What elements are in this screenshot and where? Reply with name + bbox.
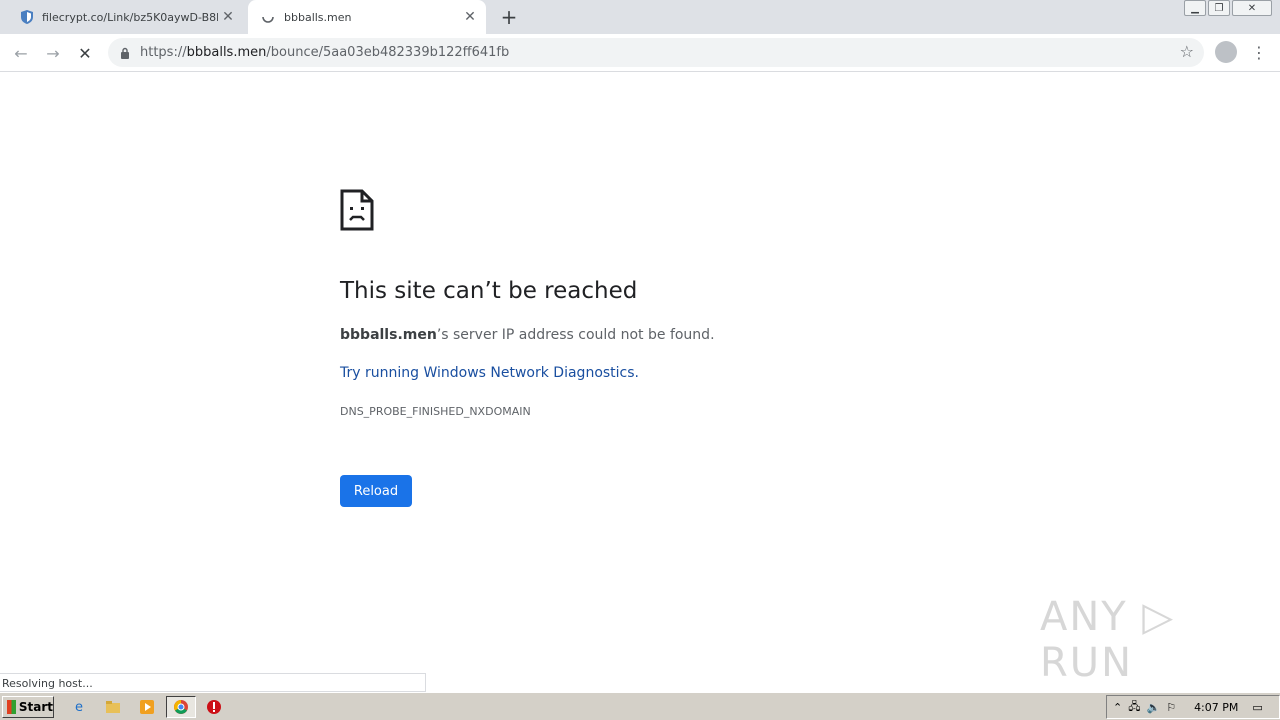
volume-icon[interactable]: 🔈 — [1146, 701, 1160, 714]
start-label: Start — [18, 700, 53, 714]
error-description: bbballs.men’s server IP address could no… — [340, 327, 715, 343]
sad-page-icon — [340, 189, 374, 231]
loading-spinner-icon — [262, 16, 274, 23]
browser-toolbar: ← → ✕ https://bbballs.men/bounce/5aa03eb… — [0, 34, 1280, 72]
url-path: /bounce/5aa03eb482339b122ff641fb — [266, 45, 510, 60]
internet-explorer-icon[interactable]: e — [70, 698, 88, 716]
start-button[interactable]: Start — [2, 696, 54, 718]
error-code: DNS_PROBE_FINISHED_NXDOMAIN — [340, 405, 531, 418]
profile-avatar-icon[interactable] — [1215, 41, 1237, 63]
chrome-taskbar-icon[interactable] — [166, 696, 196, 718]
tab-title: filecrypt.co/Link/bz5K0aywD-B8kzD9 — [42, 10, 218, 24]
restore-icon[interactable]: ❐ — [1208, 0, 1230, 16]
action-center-flag-icon[interactable]: ⚐ — [1166, 701, 1176, 714]
error-description-text: ’s server IP address could not be found. — [436, 327, 715, 343]
lock-icon — [121, 47, 129, 59]
show-desktop-icon[interactable]: ▭ — [1252, 701, 1262, 714]
tab-filecrypt[interactable]: filecrypt.co/Link/bz5K0aywD-B8kzD9 ✕ — [8, 0, 244, 34]
tab-strip: filecrypt.co/Link/bz5K0aywD-B8kzD9 ✕ bbb… — [0, 0, 1280, 34]
network-icon[interactable]: 🖧 — [1128, 698, 1140, 717]
url-host: bbballs.men — [186, 45, 267, 60]
window-close-icon[interactable]: ✕ — [1232, 0, 1272, 16]
file-explorer-icon[interactable] — [104, 698, 122, 716]
minimize-icon[interactable]: ▁ — [1184, 0, 1206, 16]
system-tray: ⌃ 🖧 🔈 ⚐ 4:07 PM ▭ — [1106, 695, 1280, 719]
url-scheme: https:// — [140, 45, 187, 60]
stop-loading-icon[interactable]: ✕ — [72, 40, 98, 66]
menu-dots-icon[interactable]: ⋮ — [1250, 40, 1268, 64]
forward-arrow-icon[interactable]: → — [40, 40, 66, 66]
reload-button[interactable]: Reload — [340, 475, 412, 507]
address-bar[interactable]: https://bbballs.men/bounce/5aa03eb482339… — [108, 38, 1204, 67]
anyrun-watermark: ANY ▷ RUN — [1040, 594, 1176, 686]
clock[interactable]: 4:07 PM — [1194, 701, 1238, 714]
media-player-icon[interactable] — [138, 698, 156, 716]
tab-close-icon[interactable]: ✕ — [460, 7, 480, 27]
tab-close-icon[interactable]: ✕ — [218, 7, 238, 27]
back-arrow-icon[interactable]: ← — [8, 40, 34, 66]
bookmark-star-icon[interactable]: ☆ — [1180, 42, 1194, 61]
new-tab-button[interactable]: + — [498, 5, 520, 29]
windows-taskbar: Start e ⌃ 🖧 🔈 ⚐ 4:07 PM ▭ — [0, 692, 1280, 720]
windows-logo-icon — [7, 700, 16, 714]
status-bubble: Resolving host... — [0, 673, 426, 692]
tab-bbballs[interactable]: bbballs.men ✕ — [248, 0, 486, 34]
tab-title: bbballs.men — [284, 10, 352, 24]
window-controls: ▁ ❐ ✕ — [1184, 0, 1272, 18]
opera-icon[interactable] — [205, 698, 223, 716]
network-diagnostics-link[interactable]: Try running Windows Network Diagnostics. — [340, 365, 639, 381]
tray-expand-icon[interactable]: ⌃ — [1113, 701, 1122, 714]
error-title: This site can’t be reached — [340, 278, 638, 304]
shield-icon — [21, 10, 33, 24]
error-host: bbballs.men — [340, 327, 437, 343]
